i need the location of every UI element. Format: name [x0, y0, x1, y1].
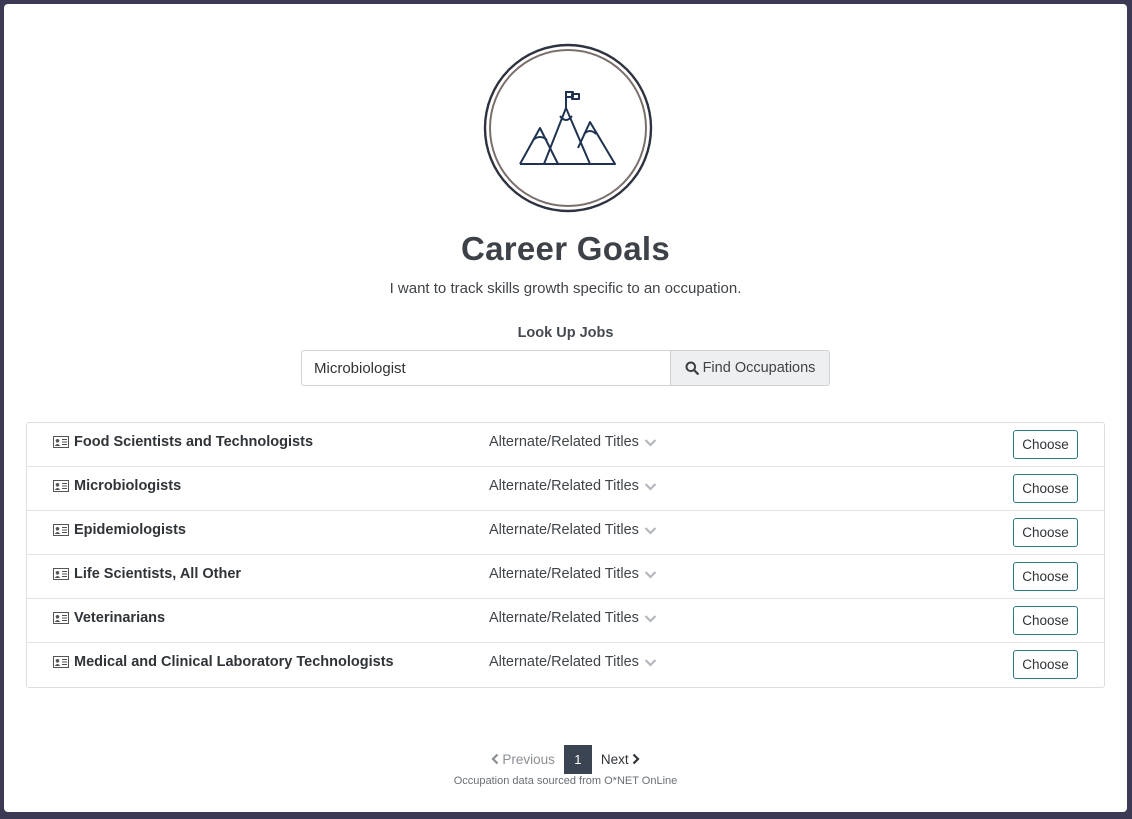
- choose-button[interactable]: Choose: [1013, 562, 1078, 591]
- chevron-down-icon: [644, 614, 657, 623]
- alternate-titles-toggle[interactable]: Alternate/Related Titles: [489, 566, 657, 582]
- alternate-titles-toggle[interactable]: Alternate/Related Titles: [489, 610, 657, 626]
- alternate-titles-label: Alternate/Related Titles: [489, 522, 639, 538]
- occupation-title: Food Scientists and Technologists: [74, 434, 314, 450]
- current-page[interactable]: 1: [563, 744, 592, 774]
- choose-button[interactable]: Choose: [1013, 606, 1078, 635]
- data-source-note: Occupation data sourced from O*NET OnLin…: [453, 775, 678, 787]
- job-search-input[interactable]: [301, 350, 671, 386]
- alternate-titles-toggle[interactable]: Alternate/Related Titles: [489, 478, 657, 494]
- career-goals-logo: [482, 42, 654, 214]
- occupation-title: Epidemiologists: [74, 522, 186, 538]
- mountain-flag-icon: [483, 43, 653, 213]
- list-item: Microbiologists Alternate/Related Titles…: [27, 467, 1104, 511]
- chevron-down-icon: [644, 482, 657, 491]
- id-card-icon: [53, 612, 69, 624]
- chevron-down-icon: [644, 526, 657, 535]
- id-card-icon: [53, 480, 69, 492]
- chevron-left-icon: [491, 753, 499, 765]
- id-card-icon: [53, 524, 69, 536]
- next-page-button[interactable]: Next: [592, 752, 649, 767]
- id-card-icon: [53, 568, 69, 580]
- choose-button[interactable]: Choose: [1013, 650, 1078, 679]
- occupation-results-list: Food Scientists and Technologists Altern…: [26, 422, 1105, 688]
- previous-page-button[interactable]: Previous: [482, 752, 564, 767]
- next-label: Next: [600, 751, 629, 767]
- chevron-right-icon: [632, 753, 640, 765]
- occupation-title: Life Scientists, All Other: [74, 566, 242, 582]
- alternate-titles-label: Alternate/Related Titles: [489, 478, 639, 494]
- list-item: Life Scientists, All Other Alternate/Rel…: [27, 555, 1104, 599]
- alternate-titles-toggle[interactable]: Alternate/Related Titles: [489, 522, 657, 538]
- occupation-title: Microbiologists: [74, 478, 182, 494]
- list-item: Food Scientists and Technologists Altern…: [27, 423, 1104, 467]
- list-item: Medical and Clinical Laboratory Technolo…: [27, 643, 1104, 688]
- find-occupations-button[interactable]: Find Occupations: [670, 350, 830, 386]
- page-subtitle: I want to track skills growth specific t…: [389, 280, 742, 297]
- alternate-titles-label: Alternate/Related Titles: [489, 434, 639, 450]
- pagination: Previous 1 Next: [4, 744, 1127, 774]
- occupation-title: Veterinarians: [74, 610, 166, 626]
- chevron-down-icon: [644, 438, 657, 447]
- alternate-titles-toggle[interactable]: Alternate/Related Titles: [489, 434, 657, 450]
- alternate-titles-label: Alternate/Related Titles: [489, 654, 639, 670]
- alternate-titles-label: Alternate/Related Titles: [489, 566, 639, 582]
- alternate-titles-label: Alternate/Related Titles: [489, 610, 639, 626]
- choose-button[interactable]: Choose: [1013, 430, 1078, 459]
- chevron-down-icon: [644, 570, 657, 579]
- alternate-titles-toggle[interactable]: Alternate/Related Titles: [489, 654, 657, 670]
- previous-label: Previous: [502, 751, 555, 767]
- id-card-icon: [53, 656, 69, 668]
- page-title: Career Goals: [460, 230, 671, 267]
- choose-button[interactable]: Choose: [1013, 474, 1078, 503]
- list-item: Epidemiologists Alternate/Related Titles…: [27, 511, 1104, 555]
- search-icon: [685, 361, 699, 375]
- id-card-icon: [53, 436, 69, 448]
- lookup-jobs-label: Look Up Jobs: [517, 325, 614, 341]
- list-item: Veterinarians Alternate/Related Titles C…: [27, 599, 1104, 643]
- main-panel: Career Goals I want to track skills grow…: [4, 4, 1127, 812]
- chevron-down-icon: [644, 658, 657, 667]
- find-occupations-label: Find Occupations: [702, 360, 816, 376]
- choose-button[interactable]: Choose: [1013, 518, 1078, 547]
- occupation-title: Medical and Clinical Laboratory Technolo…: [74, 654, 394, 670]
